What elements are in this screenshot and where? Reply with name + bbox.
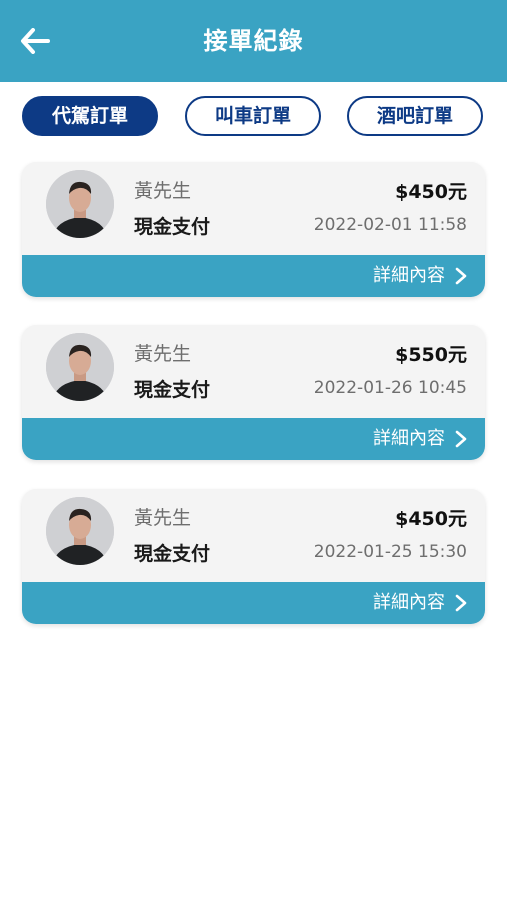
avatar xyxy=(46,333,114,401)
avatar xyxy=(46,170,114,238)
app-header: 接單紀錄 xyxy=(0,0,507,82)
chevron-right-icon xyxy=(455,594,467,612)
payment-method: 現金支付 xyxy=(134,543,211,565)
payment-method: 現金支付 xyxy=(134,379,211,401)
payment-method: 現金支付 xyxy=(134,216,211,238)
person-avatar-icon xyxy=(46,333,114,401)
customer-name: 黃先生 xyxy=(134,343,192,365)
order-card: 黃先生 現金支付 $450元 2022-02-01 11:58 詳細內容 xyxy=(22,162,485,297)
order-amount: $450元 xyxy=(395,508,467,530)
order-card: 黃先生 現金支付 $550元 2022-01-26 10:45 詳細內容 xyxy=(22,325,485,460)
chevron-right-icon xyxy=(455,430,467,448)
order-amount: $450元 xyxy=(395,181,467,203)
chevron-right-icon xyxy=(455,267,467,285)
person-avatar-icon xyxy=(46,170,114,238)
order-datetime: 2022-01-26 10:45 xyxy=(313,378,467,398)
avatar xyxy=(46,497,114,565)
details-label: 詳細內容 xyxy=(373,428,445,449)
person-avatar-icon xyxy=(46,497,114,565)
details-label: 詳細內容 xyxy=(373,592,445,613)
details-button[interactable]: 詳細內容 xyxy=(22,255,485,297)
page-title: 接單紀錄 xyxy=(203,27,304,55)
order-datetime: 2022-01-25 15:30 xyxy=(313,542,467,562)
details-button[interactable]: 詳細內容 xyxy=(22,418,485,460)
customer-name: 黃先生 xyxy=(134,180,192,202)
customer-name: 黃先生 xyxy=(134,507,192,529)
tab-bar-orders[interactable]: 酒吧訂單 xyxy=(347,96,483,136)
details-label: 詳細內容 xyxy=(373,265,445,286)
details-button[interactable]: 詳細內容 xyxy=(22,582,485,624)
tab-driver-orders[interactable]: 代駕訂單 xyxy=(22,96,158,136)
order-card: 黃先生 現金支付 $450元 2022-01-25 15:30 詳細內容 xyxy=(22,489,485,624)
order-type-tabs: 代駕訂單 叫車訂單 酒吧訂單 xyxy=(0,96,507,140)
tab-taxi-orders[interactable]: 叫車訂單 xyxy=(185,96,321,136)
order-amount: $550元 xyxy=(395,344,467,366)
order-datetime: 2022-02-01 11:58 xyxy=(313,215,467,235)
